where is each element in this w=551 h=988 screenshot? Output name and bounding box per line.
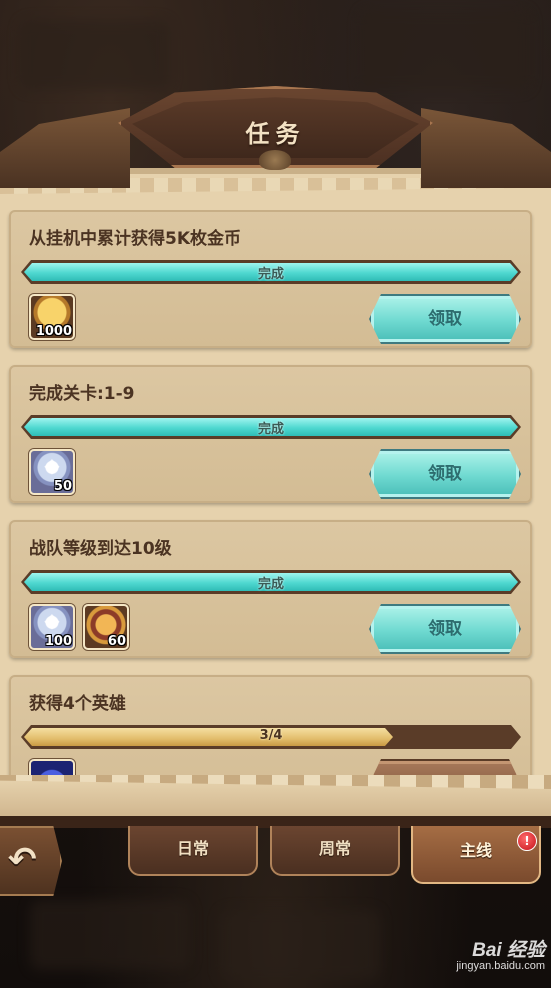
task-card: 从挂机中累计获得5K枚金币 完成 1000 领取 (9, 210, 532, 348)
watermark: Bai 经验 jingyan.baidu.com (420, 935, 545, 972)
back-button[interactable]: ↶ (0, 826, 62, 896)
claim-button[interactable]: 领取 (369, 449, 521, 499)
tab-weekly[interactable]: 周常 (270, 826, 400, 876)
vip-badge-icon[interactable]: 60 (83, 604, 129, 650)
claim-button[interactable]: 领取 (369, 294, 521, 344)
diamond-glyph: ◆ (44, 608, 60, 632)
notification-badge: ! (517, 831, 537, 851)
task-progress-label: 3/4 (259, 728, 283, 743)
title-ornament (259, 150, 291, 170)
claim-button[interactable]: 领取 (369, 604, 521, 654)
locked-claim-button[interactable] (369, 759, 521, 775)
task-progress-label: 完成 (257, 577, 284, 592)
task-progress-label: 完成 (257, 422, 284, 437)
page-title: 任务 (245, 120, 306, 148)
background-tile (20, 20, 170, 90)
watermark-url: jingyan.baidu.com (456, 960, 545, 972)
diamond-icon[interactable]: ◆ 100 (29, 604, 75, 650)
watermark-logo: Bai 经验 (472, 940, 545, 961)
task-title: 获得4个英雄 (29, 694, 126, 714)
task-title: 从挂机中累计获得5K枚金币 (29, 229, 242, 249)
task-progress-bar: 完成 (21, 415, 521, 439)
reward-quantity: 60 (107, 634, 126, 649)
background-tile (360, 10, 530, 90)
background-tile (30, 900, 190, 970)
task-progress-bar: 3/4 (21, 725, 521, 749)
reward-quantity: 100 (44, 634, 72, 649)
hero-orb-icon[interactable] (29, 759, 75, 775)
task-progress-bar: 完成 (21, 570, 521, 594)
task-list[interactable]: 从挂机中累计获得5K枚金币 完成 1000 领取 完成关卡:1-9 完成 ◆ 5… (0, 210, 551, 775)
diamond-icon[interactable]: ◆ 50 (29, 449, 75, 495)
reward-quantity: 1000 (35, 324, 72, 339)
diamond-glyph: ◆ (44, 453, 60, 477)
task-card: 获得4个英雄 3/4 (9, 675, 532, 775)
task-progress-label: 完成 (257, 267, 284, 282)
gold-coin-icon[interactable]: 1000 (29, 294, 75, 340)
task-progress-bar: 完成 (21, 260, 521, 284)
task-card: 完成关卡:1-9 完成 ◆ 50 领取 (9, 365, 532, 503)
reward-quantity: 50 (53, 479, 72, 494)
task-title: 战队等级到达10级 (29, 539, 172, 559)
back-arrow-icon: ↶ (8, 840, 37, 880)
tab-daily[interactable]: 日常 (128, 826, 258, 876)
task-title: 完成关卡:1-9 (29, 384, 135, 404)
task-card: 战队等级到达10级 完成 ◆ 100 60 领取 (9, 520, 532, 658)
background-tile (220, 910, 380, 980)
